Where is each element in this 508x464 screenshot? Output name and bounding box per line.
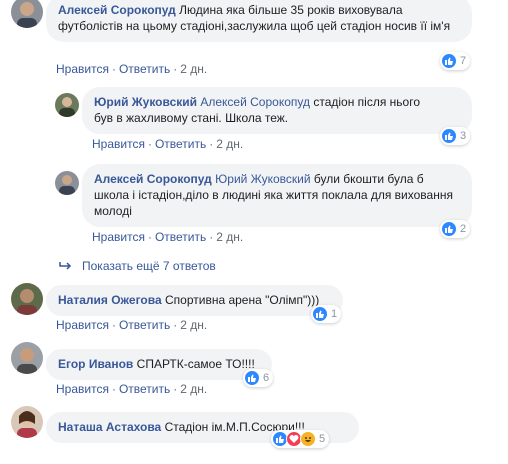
reactions-count: 7 xyxy=(460,55,467,67)
avatar[interactable] xyxy=(11,0,43,28)
reply-link[interactable]: Ответить xyxy=(155,230,206,244)
comment-text: СПАРТК-самое ТО!!!! xyxy=(136,357,255,371)
reactions-badge[interactable]: 6 xyxy=(243,369,274,387)
reply-link[interactable]: Ответить xyxy=(155,137,206,151)
comment-bubble: Наталия Ожегова Спортивна арена "Олімп")… xyxy=(46,285,343,316)
like-link[interactable]: Нравится xyxy=(56,62,109,76)
comment-actions: Нравится · Ответить · 2 дн. xyxy=(56,62,208,76)
comment-time[interactable]: 2 дн. xyxy=(180,318,207,332)
reply-link[interactable]: Ответить xyxy=(119,382,170,396)
comment-time[interactable]: 2 дн. xyxy=(180,62,207,76)
show-more-replies-label[interactable]: Показать ещё 7 ответов xyxy=(82,259,216,273)
like-icon xyxy=(441,221,457,237)
reactions-count: 6 xyxy=(263,372,270,384)
reply-link[interactable]: Ответить xyxy=(119,318,170,332)
reactions-count: 2 xyxy=(460,223,467,235)
like-icon xyxy=(312,306,328,322)
comment-actions: Нравится · Ответить · 2 дн. xyxy=(56,382,208,396)
reactions-badge[interactable]: 2 xyxy=(440,220,471,238)
reply-link[interactable]: Ответить xyxy=(119,62,170,76)
like-link[interactable]: Нравится xyxy=(56,318,109,332)
mention-link[interactable]: Юрий Жуковский xyxy=(215,172,310,186)
comment-actions: Нравится · Ответить · 2 дн. xyxy=(92,230,244,244)
reply-arrow-icon xyxy=(59,262,72,270)
reactions-badge[interactable]: 3 xyxy=(440,127,471,145)
reactions-badge[interactable]: 1 xyxy=(311,305,342,323)
avatar[interactable] xyxy=(11,283,43,315)
comment-actions: Нравится · Ответить · 2 дн. xyxy=(92,137,244,151)
comment-actions: Нравится · Ответить · 2 дн. xyxy=(56,318,208,332)
avatar[interactable] xyxy=(11,406,43,438)
reactions-count: 1 xyxy=(331,308,338,320)
haha-icon xyxy=(300,431,316,447)
avatar[interactable] xyxy=(11,342,43,374)
comment-bubble: Егор Иванов СПАРТК-самое ТО!!!! xyxy=(46,349,272,380)
comment-author[interactable]: Наталия Ожегова xyxy=(58,293,162,307)
comment-time[interactable]: 2 дн. xyxy=(180,382,207,396)
comment-text: Спортивна арена "Олімп"))) xyxy=(165,293,320,307)
like-icon xyxy=(441,53,457,69)
like-icon xyxy=(244,370,260,386)
reply-bubble: Юрий Жуковский Алексей Сорокопуд стадіон… xyxy=(82,87,472,134)
comment-time[interactable]: 2 дн. xyxy=(216,230,243,244)
avatar[interactable] xyxy=(55,171,79,195)
show-more-replies[interactable]: Показать ещё 7 ответов xyxy=(58,259,216,273)
comment-author[interactable]: Алексей Сорокопуд xyxy=(94,172,212,186)
comment-author[interactable]: Наташа Астахова xyxy=(58,420,161,434)
comment-bubble: Алексей Сорокопуд Людина яка більше 35 р… xyxy=(46,0,472,42)
reactions-count: 5 xyxy=(319,433,326,445)
avatar[interactable] xyxy=(55,93,79,117)
comment-author[interactable]: Егор Иванов xyxy=(58,357,133,371)
like-icon xyxy=(441,128,457,144)
comment-author[interactable]: Алексей Сорокопуд xyxy=(58,3,176,17)
like-link[interactable]: Нравится xyxy=(56,382,109,396)
comment-author[interactable]: Юрий Жуковский xyxy=(94,95,197,109)
comment-time[interactable]: 2 дн. xyxy=(216,137,243,151)
reactions-badge[interactable]: 7 xyxy=(440,52,471,70)
like-link[interactable]: Нравится xyxy=(92,137,145,151)
reactions-count: 3 xyxy=(460,130,467,142)
mention-link[interactable]: Алексей Сорокопуд xyxy=(200,95,310,109)
reply-bubble: Алексей Сорокопуд Юрий Жуковский були бк… xyxy=(82,164,472,227)
reactions-badge[interactable]: 5 xyxy=(271,430,330,448)
like-link[interactable]: Нравится xyxy=(92,230,145,244)
